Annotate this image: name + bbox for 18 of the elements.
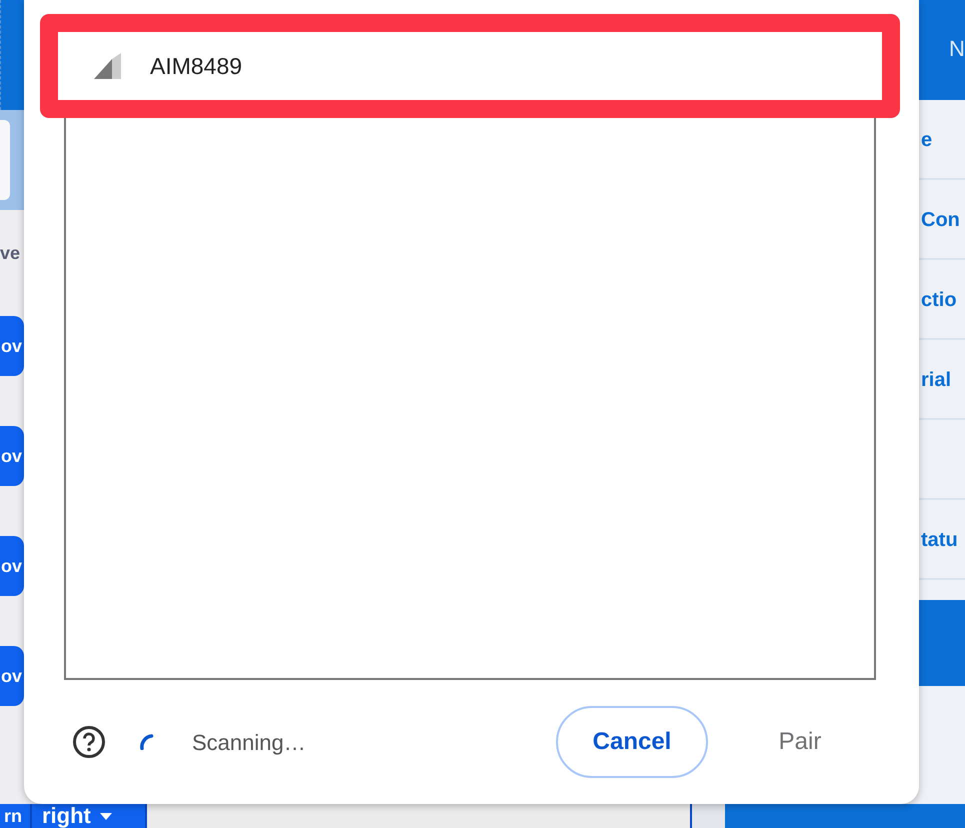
code-block[interactable]: ov [0,646,24,706]
menu-item[interactable]: Con [919,180,965,260]
menu-item[interactable]: rial [919,340,965,420]
device-item[interactable]: AIM8489 [40,14,900,118]
code-block[interactable]: ov [0,536,24,596]
cancel-button[interactable]: Cancel [556,706,708,778]
category-label: ve [0,242,22,265]
help-icon[interactable] [72,725,106,760]
signal-icon [94,53,122,79]
menu-item[interactable]: tatu [919,500,965,580]
code-block[interactable]: ov [0,316,24,376]
menu-item[interactable]: ctio [919,260,965,340]
code-block[interactable]: right [30,804,145,828]
status-text: Scanning… [192,728,306,757]
code-block[interactable]: rn [0,804,30,828]
tab-label[interactable]: N [919,0,965,100]
code-block[interactable]: ov [0,426,24,486]
menu-item[interactable]: e [919,100,965,180]
